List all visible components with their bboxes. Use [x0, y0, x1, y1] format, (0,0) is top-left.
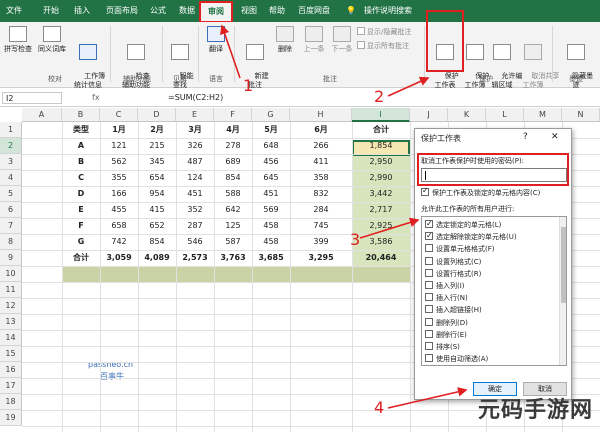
excel-window: 文件 开始 插入 页面布局 公式 数据 审阅 视图 帮助 百度网盘 💡 操作说明…	[0, 0, 600, 432]
site-watermark: 元码手游网	[478, 398, 594, 423]
annotation-arrows	[220, 24, 468, 409]
